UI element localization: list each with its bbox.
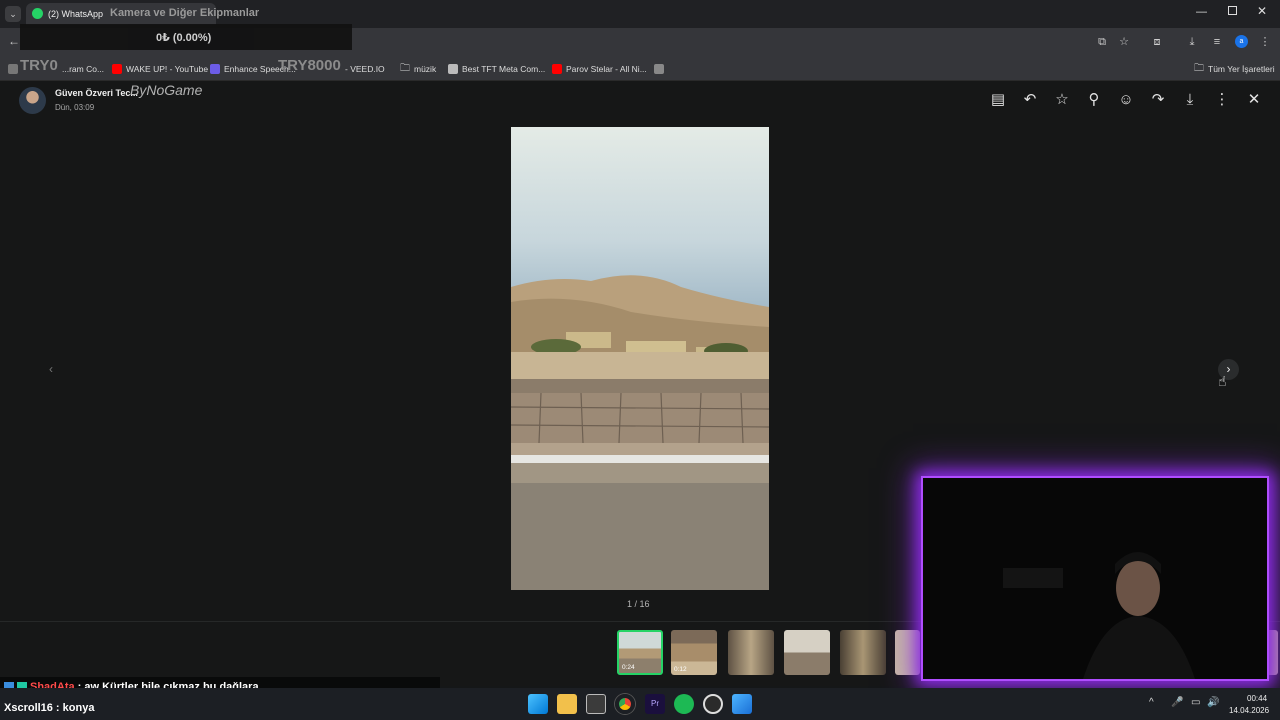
bookmark-label: ...ram Co...	[62, 64, 105, 74]
volume-icon[interactable]: 🔊	[1207, 697, 1219, 708]
balance-text: 0₺ (0.00%)	[156, 32, 212, 44]
stream-title: Kamera ve Diğer Ekipmanlar	[110, 7, 260, 19]
youtube-icon	[112, 64, 122, 74]
reply-icon[interactable]: ↶	[1021, 91, 1039, 109]
message-icon[interactable]: ▤	[989, 91, 1007, 109]
bookmark-6[interactable]: Parov Stelar - All Ni...	[552, 61, 647, 77]
download-icon[interactable]: ⤓	[1181, 91, 1199, 109]
overlay-tag-mid: TRY8000	[278, 57, 341, 74]
tab-title: (2) WhatsApp	[48, 9, 104, 19]
bookmark-1[interactable]: WAKE UP! - YouTube	[112, 61, 208, 77]
bookmark-3[interactable]: - VEED.IO	[345, 61, 385, 77]
thumbnail-0[interactable]: 0:24	[617, 630, 663, 675]
back-icon[interactable]: ←	[8, 34, 20, 48]
thumbnail-duration: 0:12	[674, 666, 687, 673]
overlay-tag-left: TRY0	[20, 57, 58, 74]
tft-icon	[448, 64, 458, 74]
minimize-button[interactable]: —	[1196, 6, 1207, 18]
close-window-button[interactable]: ✕	[1257, 4, 1267, 18]
spotify-icon[interactable]	[674, 694, 694, 714]
mouse-cursor-icon: ☝	[1218, 373, 1227, 389]
start-icon[interactable]	[528, 694, 548, 714]
close-icon[interactable]: ✕	[1245, 91, 1263, 109]
chat-message-1: Xscroll16 : konya	[0, 698, 440, 718]
thumbnail-2[interactable]	[728, 630, 774, 675]
photos-icon[interactable]	[732, 694, 752, 714]
profile-avatar[interactable]: a	[1235, 35, 1248, 48]
sender-avatar[interactable]	[19, 87, 46, 114]
more-icon[interactable]: ⋮	[1213, 91, 1231, 109]
message-timestamp: Dün, 03:09	[55, 103, 95, 112]
sender-name: Güven Özveri Tec...	[55, 88, 138, 98]
thumbnail-4[interactable]	[840, 630, 886, 675]
media-counter: 1 / 16	[627, 599, 650, 609]
balance-overlay: 0₺ (0.00%)	[20, 24, 352, 50]
streamer-camera-feed	[923, 478, 1267, 679]
forward-icon[interactable]: ↷	[1149, 91, 1167, 109]
chrome-icon[interactable]	[615, 694, 635, 714]
bookmark-favicon	[8, 64, 18, 74]
thumbnail-5[interactable]	[895, 630, 920, 675]
media-control-icon[interactable]: ≡	[1210, 35, 1224, 49]
thumbnail-1[interactable]: 0:12	[671, 630, 717, 675]
store-icon[interactable]	[586, 694, 606, 714]
premiere-icon[interactable]: Pr	[645, 694, 665, 714]
media-photo[interactable]	[511, 127, 769, 590]
thumbnail-3[interactable]	[784, 630, 830, 675]
bookmark-label: WAKE UP! - YouTube	[126, 64, 209, 74]
star-icon[interactable]: ☆	[1053, 91, 1071, 109]
folder-icon: 🗀	[1194, 62, 1204, 74]
all-bookmarks[interactable]: 🗀 Tüm Yer İşaretleri	[1194, 61, 1275, 77]
downloads-icon[interactable]: ⤓	[1185, 35, 1199, 49]
whatsapp-icon	[32, 8, 43, 19]
previous-media-button[interactable]: ‹	[42, 360, 60, 378]
obs-icon[interactable]	[703, 694, 723, 714]
clock-date[interactable]: 14.04.2026	[1229, 706, 1269, 715]
browser-menu-icon[interactable]: ⋮	[1258, 35, 1272, 49]
tray-chevron-icon[interactable]: ^	[1149, 697, 1154, 708]
emoji-icon[interactable]: ☺	[1117, 91, 1135, 109]
thumbnail-duration: 0:24	[622, 664, 635, 671]
bookmark-5[interactable]: Best TFT Meta Com...	[448, 61, 545, 77]
tab-list-button[interactable]: ⌄	[5, 6, 21, 22]
bookmark-label: - VEED.IO	[345, 64, 385, 74]
webcam-overlay	[921, 476, 1269, 681]
restore-button[interactable]	[1228, 6, 1237, 15]
bookmark-7[interactable]	[654, 61, 664, 77]
all-bookmarks-label: Tüm Yer İşaretleri	[1208, 64, 1275, 74]
extensions-icon[interactable]: ⧈	[1150, 35, 1164, 49]
microphone-icon[interactable]: 🎤	[1171, 697, 1183, 708]
file-explorer-icon[interactable]	[557, 694, 577, 714]
bookmark-label: müzik	[414, 64, 437, 74]
pin-icon[interactable]: ⚲	[1085, 91, 1103, 109]
clock-time[interactable]: 00:44	[1247, 694, 1267, 703]
bookmark-label: Parov Stelar - All Ni...	[566, 64, 647, 74]
chat-username: Xscroll16	[4, 702, 53, 714]
enhance-icon	[210, 64, 220, 74]
install-app-icon[interactable]: ⧉	[1095, 35, 1109, 49]
brand-watermark: ByNoGame	[130, 82, 203, 98]
bookmark-favicon	[654, 64, 664, 74]
folder-icon: 🗀	[400, 62, 410, 74]
bookmark-label: Best TFT Meta Com...	[462, 64, 546, 74]
chat-text: : konya	[55, 702, 95, 714]
display-icon[interactable]: ▭	[1191, 697, 1200, 708]
youtube-icon	[552, 64, 562, 74]
desert-scene-image	[511, 127, 769, 590]
bookmark-star-icon[interactable]: ☆	[1117, 35, 1131, 49]
bookmark-4[interactable]: 🗀 müzik	[400, 61, 436, 77]
